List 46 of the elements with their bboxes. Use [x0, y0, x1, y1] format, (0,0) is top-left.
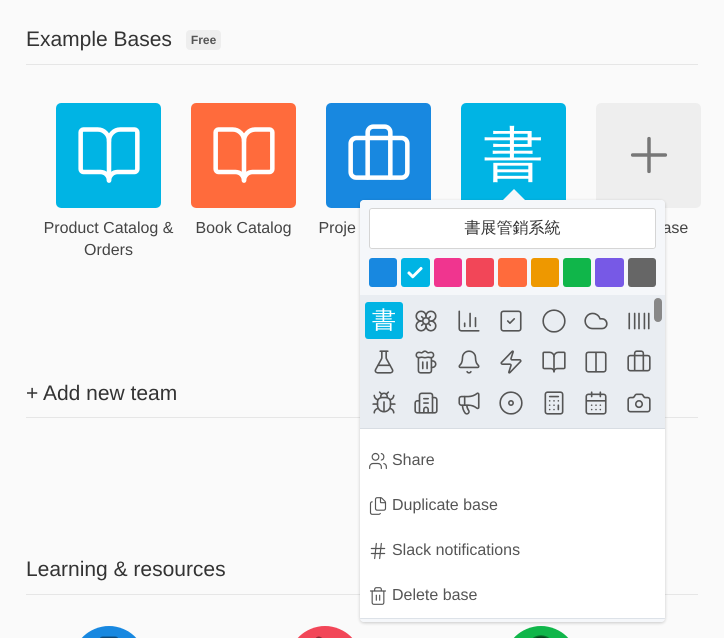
building-icon [413, 390, 440, 416]
base-tile[interactable] [326, 102, 431, 208]
color-swatch[interactable] [562, 258, 592, 287]
calendar-icon [583, 390, 610, 416]
scrollbar-thumb[interactable] [654, 298, 662, 322]
lightning-icon [498, 348, 524, 374]
people-icon [368, 450, 388, 470]
tile-glyph: 書 [484, 124, 544, 186]
flower-icon [413, 308, 440, 334]
base-tile[interactable] [56, 102, 161, 208]
megaphone-icon [456, 390, 482, 416]
trash-icon [368, 586, 388, 606]
documents-icon [368, 496, 388, 516]
add-team-link[interactable]: + Add new team [26, 382, 178, 404]
base-label: Proje [318, 218, 357, 238]
checkbox-icon [498, 308, 524, 334]
bell-icon [456, 348, 482, 374]
book-icon [540, 348, 567, 374]
menu-item[interactable]: Share [360, 438, 665, 483]
color-swatch[interactable] [401, 258, 430, 287]
color-swatch[interactable] [595, 258, 624, 287]
menu-item[interactable]: Slack notifications [360, 528, 665, 573]
name-field[interactable]: 書展管銷系統 [369, 208, 656, 249]
base-label: Product Catalog & Orders [42, 218, 174, 260]
color-swatch[interactable] [498, 258, 527, 287]
base-tile[interactable] [191, 102, 296, 208]
columns-icon [583, 348, 610, 374]
menu-item[interactable]: Delete base [360, 573, 665, 618]
color-swatch[interactable] [369, 258, 398, 287]
mug-icon [413, 348, 440, 374]
color-swatch[interactable] [466, 258, 494, 287]
color-swatch[interactable] [434, 258, 462, 287]
hash-icon [368, 540, 388, 560]
bar-chart-icon [456, 308, 482, 334]
section-title: Example Bases [26, 27, 172, 53]
menu-item[interactable]: Duplicate base [360, 483, 665, 528]
circle-icon [540, 308, 567, 334]
section-title: Learning & resources [26, 558, 226, 581]
base-tile[interactable] [596, 102, 701, 208]
bug-icon [371, 390, 397, 416]
disc-icon [498, 390, 524, 416]
color-swatch[interactable] [530, 258, 559, 287]
free-badge: Free [186, 30, 222, 50]
base-label: Book Catalog [194, 218, 293, 238]
briefcase-icon [626, 348, 652, 374]
color-swatch[interactable] [628, 258, 656, 287]
